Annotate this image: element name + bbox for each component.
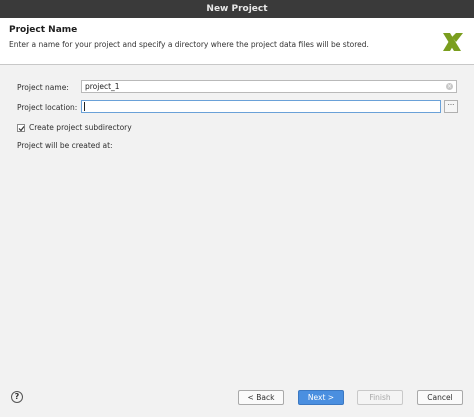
project-location-input[interactable]: [81, 100, 441, 113]
clear-icon[interactable]: ×: [446, 83, 453, 90]
created-at-label: Project will be created at:: [17, 141, 113, 150]
create-subdirectory-checkbox[interactable]: [17, 124, 25, 132]
checkmark-icon: [18, 126, 25, 132]
form-area: Project name: project_1 × Project locati…: [0, 65, 474, 365]
create-subdirectory-label[interactable]: Create project subdirectory: [29, 123, 132, 132]
vendor-logo-icon: [443, 33, 463, 51]
project-location-label: Project location:: [17, 103, 78, 112]
project-name-value: project_1: [85, 82, 120, 91]
finish-button[interactable]: Finish: [357, 390, 403, 405]
project-name-input[interactable]: project_1 ×: [81, 80, 457, 93]
text-caret: [84, 102, 85, 111]
back-button[interactable]: < Back: [238, 390, 284, 405]
wizard-footer: ? < Back Next > Finish Cancel: [0, 380, 474, 417]
page-description: Enter a name for your project and specif…: [9, 40, 369, 49]
window-titlebar: New Project: [0, 0, 474, 18]
window-title: New Project: [206, 4, 268, 14]
next-button[interactable]: Next >: [298, 390, 344, 405]
page-title: Project Name: [9, 25, 78, 35]
help-button[interactable]: ?: [11, 391, 23, 403]
browse-button[interactable]: ···: [444, 100, 458, 113]
cancel-button[interactable]: Cancel: [417, 390, 463, 405]
project-name-label: Project name:: [17, 83, 69, 92]
wizard-header: Project Name Enter a name for your proje…: [0, 18, 474, 65]
